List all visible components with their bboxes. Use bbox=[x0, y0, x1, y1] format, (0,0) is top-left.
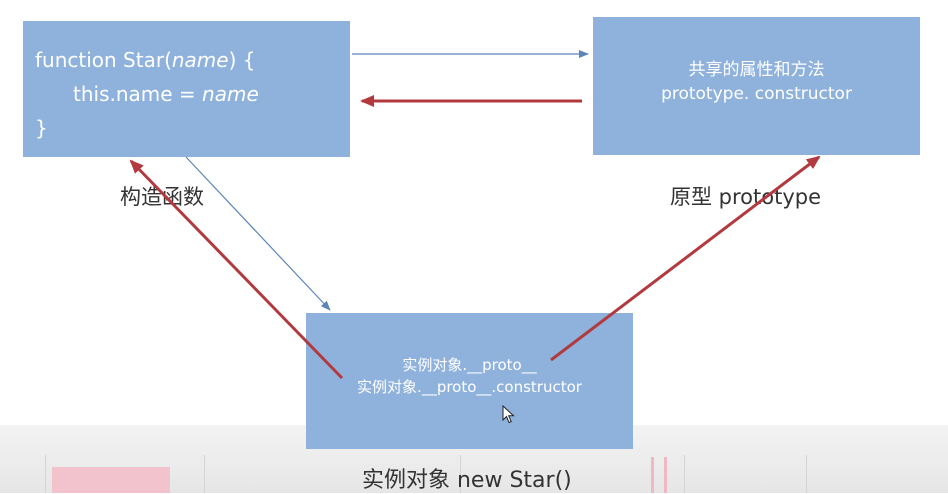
arrow-constructor-to-instance bbox=[185, 156, 331, 311]
arrow-instance-proto-to-prototype bbox=[550, 155, 821, 362]
arrow-instance-proto-constructor bbox=[129, 159, 344, 380]
diagram-canvas: function Star(name) { this.name = name }… bbox=[0, 0, 948, 493]
arrows-layer bbox=[129, 50, 821, 380]
mouse-pointer-icon bbox=[502, 405, 515, 424]
